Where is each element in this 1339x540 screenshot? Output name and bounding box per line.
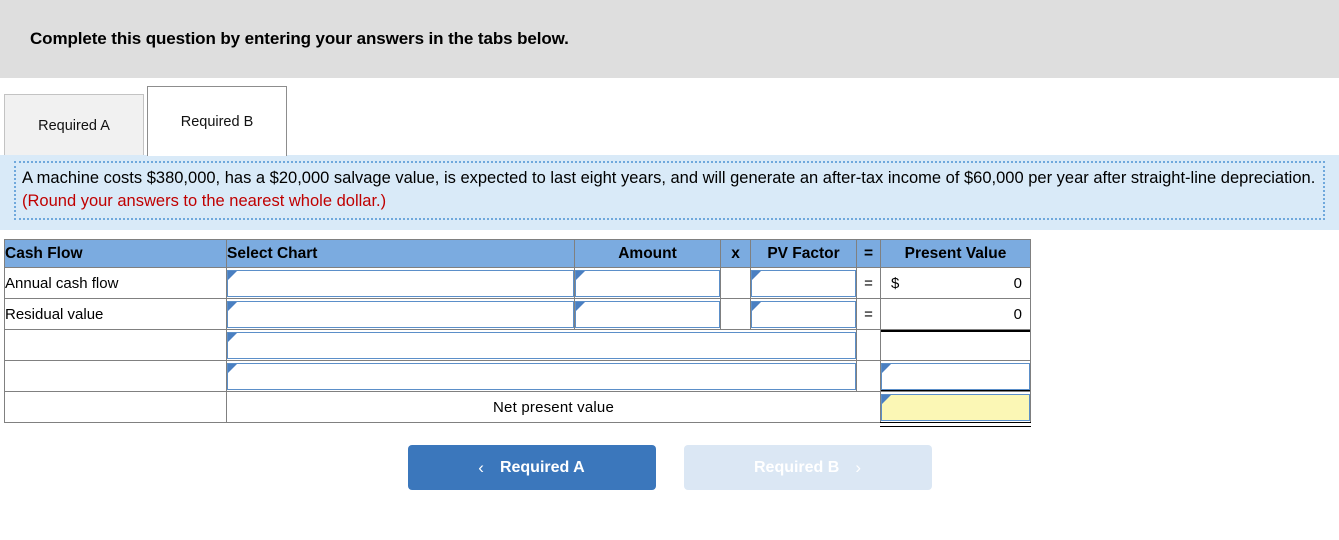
row-label-residual-value: Residual value xyxy=(4,298,227,330)
table-row xyxy=(4,360,1031,392)
amount-input-row2[interactable] xyxy=(575,300,720,328)
present-value-cell-row3 xyxy=(880,329,1031,361)
header-select-chart: Select Chart xyxy=(226,239,575,268)
times-cell-row1 xyxy=(720,267,751,299)
instruction-text: Complete this question by entering your … xyxy=(30,29,569,48)
amount-cell-row1[interactable] xyxy=(574,267,721,299)
equals-cell-row2: = xyxy=(856,298,881,330)
select-chart-cell-row3[interactable] xyxy=(226,329,857,361)
net-present-value-cell[interactable] xyxy=(880,391,1032,428)
pv-factor-input-row1[interactable] xyxy=(751,269,856,297)
answer-table-wrapper: Cash Flow Select Chart Amount x PV Facto… xyxy=(0,231,1339,428)
table-header-row: Cash Flow Select Chart Amount x PV Facto… xyxy=(4,239,1031,268)
select-chart-dropdown-row3[interactable] xyxy=(227,331,856,359)
question-text-box: A machine costs $380,000, has a $20,000 … xyxy=(14,161,1325,220)
equals-cell-row1: = xyxy=(856,267,881,299)
tab-required-b[interactable]: Required B xyxy=(147,86,287,156)
row-label-annual-cash-flow: Annual cash flow xyxy=(4,267,227,299)
prev-required-a-button[interactable]: ‹ Required A xyxy=(407,445,656,490)
select-chart-dropdown-row1[interactable] xyxy=(227,269,574,297)
currency-symbol-row1: $ xyxy=(891,274,900,292)
next-required-b-button[interactable]: Required B › xyxy=(683,445,932,490)
present-value-display-row1: $ 0 xyxy=(881,268,1030,298)
header-present-value: Present Value xyxy=(880,239,1031,268)
present-value-display-row2: 0 xyxy=(881,299,1030,329)
equals-cell-row4 xyxy=(856,360,881,392)
question-panel: A machine costs $380,000, has a $20,000 … xyxy=(0,155,1339,230)
question-text: A machine costs $380,000, has a $20,000 … xyxy=(22,169,1316,187)
header-cash-flow: Cash Flow xyxy=(4,239,227,268)
table-row: Annual cash flow = $ 0 xyxy=(4,267,1031,299)
present-value-cell-row4[interactable] xyxy=(880,360,1031,392)
table-row: Residual value = 0 xyxy=(4,298,1031,330)
pv-factor-cell-row2[interactable] xyxy=(750,298,857,330)
tab-required-a-label: Required A xyxy=(38,117,110,134)
table-row xyxy=(4,329,1031,361)
present-value-cell-row2: 0 xyxy=(880,298,1031,330)
tab-strip: Required A Required B xyxy=(0,78,1339,156)
navigation-buttons: ‹ Required A Required B › xyxy=(0,445,1339,490)
select-chart-cell-row1[interactable] xyxy=(226,267,575,299)
select-chart-cell-row4[interactable] xyxy=(226,360,857,392)
present-value-cell-row1: $ 0 xyxy=(880,267,1031,299)
present-value-input-row4[interactable] xyxy=(881,362,1030,390)
select-chart-dropdown-row2[interactable] xyxy=(227,300,574,328)
chevron-left-icon: ‹ xyxy=(478,457,484,477)
table-row: Net present value xyxy=(4,391,1032,428)
header-pv-factor: PV Factor xyxy=(750,239,857,268)
prev-button-label: Required A xyxy=(499,458,585,476)
times-cell-row2 xyxy=(720,298,751,330)
present-value-amount-row2: 0 xyxy=(1013,305,1022,323)
amount-input-row1[interactable] xyxy=(575,269,720,297)
chevron-right-icon: › xyxy=(855,457,861,477)
row-label-row3 xyxy=(4,329,227,361)
present-value-amount-row1: 0 xyxy=(1013,274,1022,292)
tab-required-a[interactable]: Required A xyxy=(4,94,144,156)
select-chart-cell-row2[interactable] xyxy=(226,298,575,330)
instruction-banner: Complete this question by entering your … xyxy=(0,0,1339,78)
header-times: x xyxy=(720,239,751,268)
tab-required-b-label: Required B xyxy=(180,113,254,130)
row-label-row4 xyxy=(4,360,227,392)
equals-cell-row3 xyxy=(856,329,881,361)
pv-factor-cell-row1[interactable] xyxy=(750,267,857,299)
net-present-value-input[interactable] xyxy=(881,393,1030,421)
next-button-label: Required B xyxy=(753,458,840,476)
select-chart-dropdown-row4[interactable] xyxy=(227,362,856,390)
amount-cell-row2[interactable] xyxy=(574,298,721,330)
question-rounding-note: (Round your answers to the nearest whole… xyxy=(22,192,387,210)
pv-factor-input-row2[interactable] xyxy=(751,300,856,328)
row-label-row5 xyxy=(4,391,227,423)
header-equals: = xyxy=(856,239,881,268)
net-present-value-label: Net present value xyxy=(226,391,881,423)
header-amount: Amount xyxy=(574,239,721,268)
answer-table: Cash Flow Select Chart Amount x PV Facto… xyxy=(4,239,1032,428)
